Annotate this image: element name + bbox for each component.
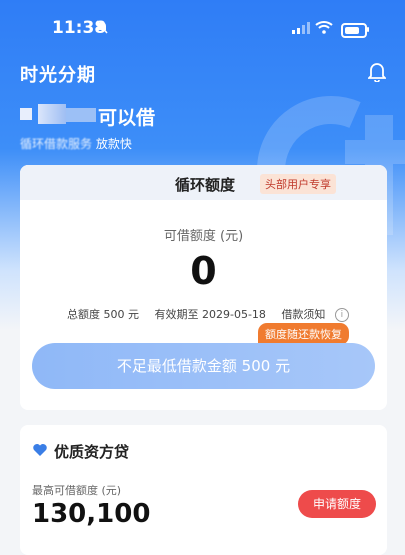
- mute-bell-icon: [95, 20, 109, 38]
- app-title: 时光分期: [20, 65, 96, 86]
- info-icon[interactable]: i: [334, 308, 349, 322]
- hero-subline-clear: 放款快: [95, 137, 132, 151]
- available-amount: 0: [190, 249, 217, 293]
- total-limit: 总额度 500 元: [67, 308, 139, 321]
- battery-tip: [367, 27, 369, 32]
- hero-subline: 循环借款服务 放款快: [20, 135, 132, 152]
- blurred-text: [38, 104, 66, 124]
- blurred-text: [66, 108, 96, 122]
- available-limit-label: 可借额度 (元): [163, 229, 244, 244]
- signal-icon: [292, 22, 310, 34]
- hero-headline: 可以借: [98, 107, 156, 129]
- valid-until: 有效期至 2029-05-18: [154, 308, 266, 321]
- notification-bell-icon[interactable]: [368, 62, 386, 82]
- heart-icon: [33, 444, 47, 456]
- vip-badge: 头部用户专享: [260, 174, 336, 194]
- wifi-icon: [315, 21, 333, 34]
- loan-notice-link[interactable]: 借款须知: [281, 308, 325, 321]
- revolving-credit-card: 循环额度 头部用户专享 可借额度 (元) 0 总额度 500 元 有效期至 20…: [20, 165, 387, 410]
- restore-tag: 额度随还款恢复: [258, 323, 349, 345]
- card-header: 循环额度 头部用户专享: [20, 165, 387, 200]
- borrow-button[interactable]: 不足最低借款金额 500 元: [32, 343, 375, 389]
- max-limit-amount: 130,100: [32, 499, 151, 529]
- card-title: 循环额度: [175, 176, 236, 194]
- battery-icon: [341, 23, 367, 38]
- blurred-text: [20, 108, 32, 120]
- limit-info-row: 总额度 500 元 有效期至 2029-05-18 借款须知 i: [67, 306, 361, 322]
- max-limit-label: 最高可借额度 (元): [32, 484, 122, 497]
- hero-subline-blurred: 循环借款服务: [20, 137, 93, 151]
- card2-title: 优质资方贷: [54, 443, 130, 461]
- apply-limit-button[interactable]: 申请额度: [298, 490, 376, 518]
- status-bar: 11:38: [0, 0, 405, 50]
- quality-loan-card: 优质资方贷 最高可借额度 (元) 130,100 申请额度: [20, 425, 387, 555]
